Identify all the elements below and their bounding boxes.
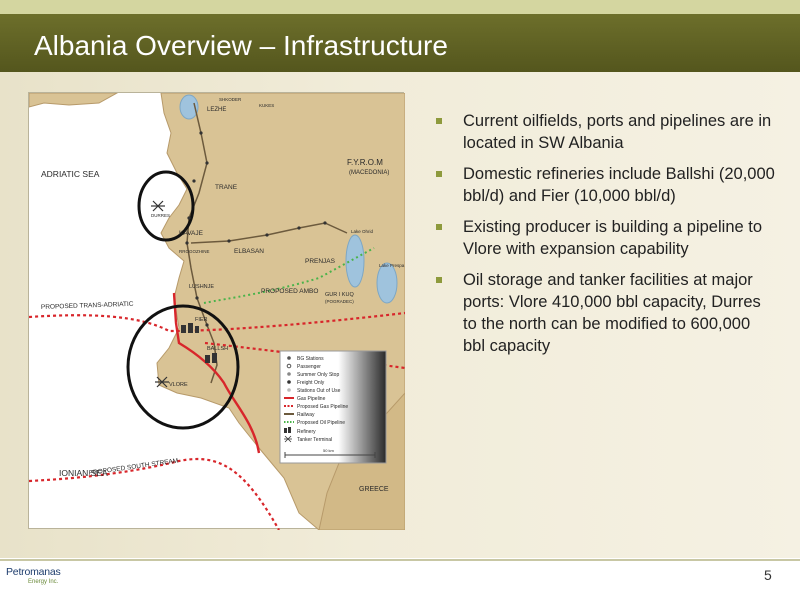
town-durres: DURRES — [151, 213, 170, 218]
legend-out-of-use: Stations Out of Use — [297, 388, 341, 394]
legend-passenger: Passenger — [297, 364, 321, 370]
town-fier: FIER — [195, 317, 208, 323]
closed-station-icon — [287, 388, 291, 392]
legend-railway: Railway — [297, 412, 315, 418]
square-bullet-icon — [436, 118, 442, 124]
page-number: 5 — [764, 567, 772, 583]
logo-name: Petromanas — [6, 566, 61, 578]
title-bar: Albania Overview – Infrastructure — [0, 14, 800, 72]
town-rrogozhine: RROGOZHINE — [179, 249, 210, 254]
town-lushnje: LUSHNJE — [189, 284, 214, 290]
town-shkoder: SHKODER — [219, 97, 242, 102]
logo-tagline: Energy Inc. — [28, 579, 59, 585]
town-kavaje: KAVAJE — [179, 230, 204, 237]
label-adriatic-sea: ADRIATIC SEA — [41, 169, 100, 179]
albania-infrastructure-map: ADRIATIC SEA IONIAN SEA F.Y.R.O.M (MACED… — [28, 92, 405, 530]
town-prenjas: PRENJAS — [305, 258, 336, 265]
town-kukes: KUKES — [259, 103, 274, 108]
legend-bg-stations: BG Stations — [297, 356, 324, 362]
bullet-text: Domestic refineries include Ballshi (20,… — [463, 165, 775, 205]
label-south-stream: PROPOSED SOUTH STREAM — [88, 457, 178, 476]
label-lake-ohrid: Lake Ohrid — [351, 229, 374, 234]
square-bullet-icon — [436, 224, 442, 230]
town-ballsh: BALLSH — [207, 346, 228, 352]
label-macedonia: (MACEDONIA) — [349, 170, 389, 176]
tanker-terminal-durres-icon — [151, 200, 165, 212]
lake-prespa — [376, 262, 398, 304]
bullet-text: Oil storage and tanker facilities at maj… — [463, 271, 761, 355]
town-vlore: VLORE — [169, 382, 188, 388]
town-trane: TRANE — [215, 184, 238, 191]
top-accent-strip — [0, 0, 800, 14]
bullet-item: Domestic refineries include Ballshi (20,… — [436, 163, 776, 207]
legend-gas-pipeline: Gas Pipeline — [297, 396, 326, 402]
label-ambo: PROPOSED AMBO — [261, 288, 318, 295]
town-lezhe: LEZHE — [207, 107, 226, 113]
square-bullet-icon — [436, 171, 442, 177]
bullet-item: Existing producer is building a pipeline… — [436, 216, 776, 260]
legend-proposed-oil: Proposed Oil Pipeline — [297, 420, 345, 426]
legend-freight: Freight Only — [297, 380, 325, 386]
town-elbasan: ELBASAN — [234, 248, 264, 255]
freight-icon — [287, 380, 291, 384]
station-icon — [287, 356, 291, 360]
legend-refinery: Refinery — [297, 429, 316, 435]
town-gur-i-kuq: GUR I KUQ — [325, 292, 354, 298]
bullet-item: Current oilfields, ports and pipelines a… — [436, 110, 776, 154]
square-bullet-icon — [436, 277, 442, 283]
label-fyrom: F.Y.R.O.M — [347, 158, 383, 167]
bullet-text: Existing producer is building a pipeline… — [463, 218, 763, 258]
label-lake-prespa: Lake Prespa — [379, 263, 405, 268]
bullet-list: Current oilfields, ports and pipelines a… — [436, 110, 776, 366]
slide-title: Albania Overview – Infrastructure — [34, 30, 448, 61]
legend-tanker-terminal: Tanker Terminal — [297, 437, 332, 443]
bullet-text: Current oilfields, ports and pipelines a… — [463, 112, 772, 152]
legend-summer-stop: Summer Only Stop — [297, 372, 339, 378]
summer-stop-icon — [287, 372, 291, 376]
town-pogradec: (POGRADEC) — [325, 299, 354, 304]
bullet-item: Oil storage and tanker facilities at maj… — [436, 269, 776, 357]
label-greece: GREECE — [359, 486, 389, 493]
company-logo: Petromanas Energy Inc. — [6, 566, 61, 585]
land-italy-tip — [29, 93, 119, 108]
footer-divider — [0, 559, 800, 561]
scale-bar-label: 50 km — [323, 448, 335, 453]
legend-proposed-gas: Proposed Gas Pipeline — [297, 404, 348, 410]
map-svg: ADRIATIC SEA IONIAN SEA F.Y.R.O.M (MACED… — [29, 93, 405, 530]
label-trans-adriatic: PROPOSED TRANS-ADRIATIC — [41, 301, 134, 311]
